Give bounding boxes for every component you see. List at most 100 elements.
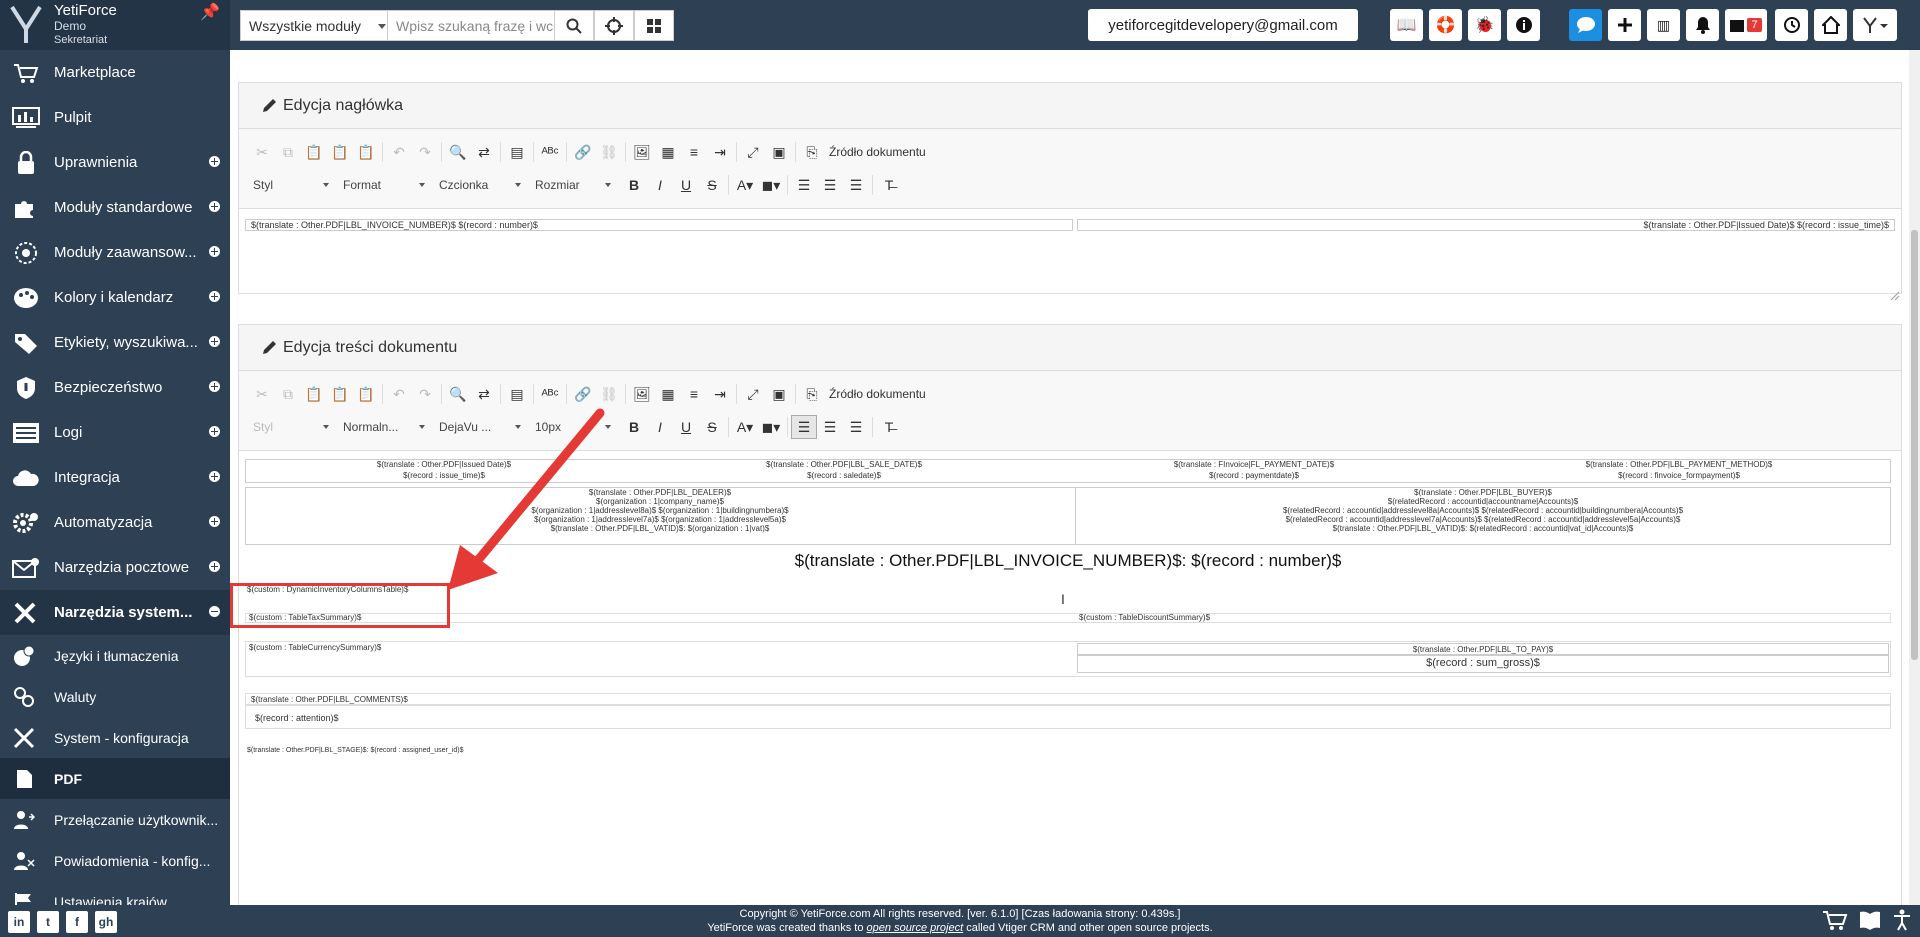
paste-text-icon[interactable]: 📋 xyxy=(327,382,353,406)
expand-icon[interactable] xyxy=(209,201,220,212)
copy-icon[interactable]: ⧉ xyxy=(275,140,301,164)
font-combo[interactable]: Czcionka xyxy=(435,173,527,197)
cut-icon[interactable]: ✂ xyxy=(249,382,275,406)
find-icon[interactable]: 🔍 xyxy=(445,140,471,164)
bg-color-icon[interactable]: ◼▾ xyxy=(758,173,784,197)
facebook-icon[interactable]: f xyxy=(66,911,88,933)
style-combo[interactable]: Styl xyxy=(249,173,335,197)
reminders-button[interactable]: 7 xyxy=(1725,9,1767,41)
link-icon[interactable]: 🔗 xyxy=(570,382,596,406)
linkedin-icon[interactable]: in xyxy=(8,911,30,933)
header-editor-area[interactable]: $(translate : Other.PDF|LBL_INVOICE_NUMB… xyxy=(239,209,1901,293)
page-scrollbar[interactable] xyxy=(1909,50,1920,905)
text-color-icon[interactable]: A▾ xyxy=(732,173,758,197)
open-source-link[interactable]: open source project xyxy=(867,922,964,934)
sidebar-item-moduly-zaawansowane[interactable]: Moduły zaawansow... xyxy=(0,230,230,275)
sidebar-subitem-powiadomienia[interactable]: Powiadomienia - konfig... xyxy=(0,840,230,881)
bug-report-button[interactable]: 🐞 xyxy=(1468,9,1501,41)
sidebar-subitem-jezyki[interactable]: Języki i tłumaczenia xyxy=(0,635,230,676)
search-button[interactable] xyxy=(554,10,594,41)
expand-icon[interactable] xyxy=(209,471,220,482)
home-button[interactable] xyxy=(1814,9,1847,41)
style-combo[interactable]: Styl xyxy=(249,415,335,439)
bold-icon[interactable]: B xyxy=(621,173,647,197)
source-button[interactable]: Źródło dokumentu xyxy=(829,145,926,159)
paste-icon[interactable]: 📋 xyxy=(301,382,327,406)
sidebar-item-etykiety[interactable]: Etykiety, wyszukiwa... xyxy=(0,320,230,365)
horizontal-line-icon[interactable]: ≡ xyxy=(681,140,707,164)
image-icon[interactable]: 🖼 xyxy=(629,382,655,406)
align-left-icon[interactable]: ☰ xyxy=(791,415,817,439)
maximize-icon[interactable]: ⤢ xyxy=(740,382,766,406)
bold-icon[interactable]: B xyxy=(621,415,647,439)
source-icon[interactable]: ⎘ xyxy=(799,140,825,164)
sidebar-item-marketplace[interactable]: Marketplace xyxy=(0,50,230,95)
bg-color-icon[interactable]: ◼▾ xyxy=(758,415,784,439)
info-button[interactable] xyxy=(1507,9,1540,41)
sidebar-item-kolory[interactable]: Kolory i kalendarz xyxy=(0,275,230,320)
show-blocks-icon[interactable]: ▣ xyxy=(766,382,792,406)
align-right-icon[interactable]: ☰ xyxy=(843,415,869,439)
replace-icon[interactable]: ⇄ xyxy=(471,140,497,164)
sidebar-subitem-pdf[interactable]: PDF xyxy=(0,758,230,799)
sidebar-item-pulpit[interactable]: Pulpit xyxy=(0,95,230,140)
redo-icon[interactable]: ↷ xyxy=(412,382,438,406)
show-blocks-icon[interactable]: ▣ xyxy=(766,140,792,164)
table-icon[interactable]: ▦ xyxy=(655,140,681,164)
sidebar-item-logi[interactable]: Logi xyxy=(0,410,230,455)
notifications-button[interactable] xyxy=(1686,9,1719,41)
expand-icon[interactable] xyxy=(209,561,220,572)
remove-format-icon[interactable]: T̶ xyxy=(876,415,902,439)
template-icon[interactable]: ▤ xyxy=(504,140,530,164)
book-icon[interactable] xyxy=(1858,909,1882,931)
template-icon[interactable]: ▤ xyxy=(504,382,530,406)
sidebar-subitem-ustawienia-krajow[interactable]: Ustawienia krajów xyxy=(0,881,230,905)
history-button[interactable] xyxy=(1775,9,1808,41)
strikethrough-icon[interactable]: S xyxy=(699,173,725,197)
quick-create-button[interactable] xyxy=(1608,9,1641,41)
sidebar-item-integracja[interactable]: Integracja xyxy=(0,455,230,500)
align-center-icon[interactable]: ☰ xyxy=(817,173,843,197)
sidebar-subitem-system-konfiguracja[interactable]: System - konfiguracja xyxy=(0,717,230,758)
cart-icon[interactable] xyxy=(1822,909,1848,931)
chat-button[interactable] xyxy=(1569,9,1602,41)
paste-text-icon[interactable]: 📋 xyxy=(327,140,353,164)
format-combo[interactable]: Format xyxy=(339,173,431,197)
underline-icon[interactable]: U xyxy=(673,173,699,197)
support-button[interactable]: 🛟 xyxy=(1429,9,1462,41)
italic-icon[interactable]: I xyxy=(647,173,673,197)
sidebar-subitem-przelaczanie[interactable]: Przełączanie użytkownik... xyxy=(0,799,230,840)
remove-format-icon[interactable]: T̶ xyxy=(876,173,902,197)
spellcheck-icon[interactable]: ᴬᴮᶜ xyxy=(537,382,563,406)
italic-icon[interactable]: I xyxy=(647,415,673,439)
brand[interactable]: YetiForce Demo Sekretariat 📌 xyxy=(0,0,230,50)
sidebar-item-uprawnienia[interactable]: Uprawnienia xyxy=(0,140,230,185)
undo-icon[interactable]: ↶ xyxy=(386,382,412,406)
paste-word-icon[interactable]: 📋 xyxy=(353,382,379,406)
paste-icon[interactable]: 📋 xyxy=(301,140,327,164)
expand-icon[interactable] xyxy=(209,516,220,527)
accessibility-icon[interactable] xyxy=(1892,909,1912,931)
table-icon[interactable]: ▦ xyxy=(655,382,681,406)
knowledge-base-button[interactable]: 📖 xyxy=(1390,9,1423,41)
bookmarks-button[interactable]: ▥ xyxy=(1647,9,1680,41)
email-account-button[interactable]: yetiforcegitdevelopery@gmail.com xyxy=(1088,9,1358,41)
sidebar-item-moduly-standardowe[interactable]: Moduły standardowe xyxy=(0,185,230,230)
page-break-icon[interactable]: ⇥ xyxy=(707,382,733,406)
source-icon[interactable]: ⎘ xyxy=(799,382,825,406)
scrollbar-thumb[interactable] xyxy=(1911,230,1918,660)
spellcheck-icon[interactable]: ᴬᴮᶜ xyxy=(537,140,563,164)
sidebar-item-automatyzacja[interactable]: Automatyzacja xyxy=(0,500,230,545)
align-right-icon[interactable]: ☰ xyxy=(843,173,869,197)
collapse-icon[interactable] xyxy=(209,606,220,617)
maximize-icon[interactable]: ⤢ xyxy=(740,140,766,164)
expand-icon[interactable] xyxy=(209,426,220,437)
sidebar-item-narzedzia-pocztowe[interactable]: Narzędzia pocztowe xyxy=(0,545,230,590)
expand-icon[interactable] xyxy=(209,156,220,167)
link-icon[interactable]: 🔗 xyxy=(570,140,596,164)
align-center-icon[interactable]: ☰ xyxy=(817,415,843,439)
page-break-icon[interactable]: ⇥ xyxy=(707,140,733,164)
find-icon[interactable]: 🔍 xyxy=(445,382,471,406)
cut-icon[interactable]: ✂ xyxy=(249,140,275,164)
resize-handle-icon[interactable] xyxy=(1890,288,1900,301)
